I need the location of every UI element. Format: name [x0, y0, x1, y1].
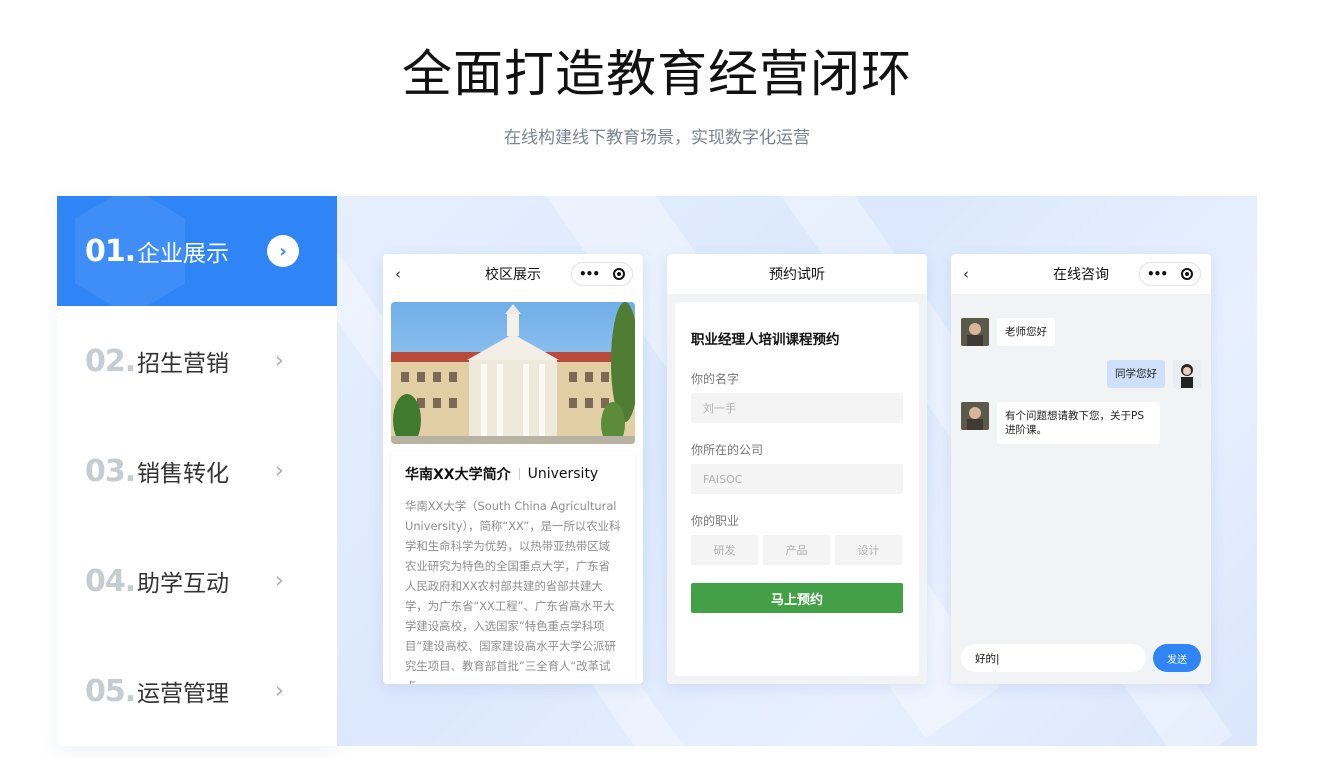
sidebar-item-label: 运营管理 — [137, 681, 229, 707]
sidebar-item-label: 助学互动 — [137, 571, 229, 597]
name-field[interactable]: 刘一手 — [691, 393, 903, 423]
more-icon[interactable]: ••• — [1147, 267, 1168, 281]
intro-title-row: 华南XX大学简介 University — [405, 464, 621, 484]
sidebar-item-number: 03. — [85, 453, 136, 489]
page-subtitle: 在线构建线下教育场景，实现数字化运营 — [504, 128, 810, 148]
chevron-right-icon: › — [275, 568, 284, 594]
preview-stage: 校区展示 ‹ ••• 华南XX大学简介 University 华南XX大学（So… — [337, 196, 1257, 746]
phone-title: 预约试听 — [769, 267, 825, 283]
intro-title: 华南XX大学简介 — [405, 467, 511, 483]
back-arrow-icon[interactable]: ‹ — [963, 265, 969, 283]
chat-bubble: 老师您好 — [997, 318, 1055, 346]
page-title: 全面打造教育经营闭环 — [402, 45, 912, 103]
feature-panel: 01. 企业展示 › 02. 招生营销 › 03. 销售转化 › 04. 助学互… — [57, 196, 1257, 746]
hexagon-decoration — [75, 196, 185, 306]
sidebar-item-number: 02. — [85, 343, 136, 379]
chat-message-outgoing: 同学您好 — [1107, 360, 1201, 388]
phone-online-consult: 在线咨询 ‹ ••• 老师您好 同学您好 有个问题想请教下您，关于PS进阶课。 … — [951, 254, 1211, 684]
chat-input[interactable]: 好的| — [961, 644, 1146, 672]
sidebar-item-enrollment[interactable]: 02. 招生营销 › — [57, 306, 337, 416]
send-button[interactable]: 发送 — [1153, 644, 1201, 672]
sidebar-item-sales[interactable]: 03. 销售转化 › — [57, 416, 337, 526]
intro-title-en: University — [527, 466, 599, 482]
feature-sidebar: 01. 企业展示 › 02. 招生营销 › 03. 销售转化 › 04. 助学互… — [57, 196, 337, 746]
job-option-design[interactable]: 设计 — [835, 535, 902, 565]
chat-message-incoming: 老师您好 — [961, 318, 1055, 346]
booking-form: 职业经理人培训课程预约 你的名字 刘一手 你所在的公司 FAISOC 你的职业 … — [675, 302, 919, 676]
teacher-avatar — [961, 402, 989, 430]
chevron-right-icon: › — [275, 458, 284, 484]
chat-bubble: 有个问题想请教下您，关于PS进阶课。 — [997, 402, 1160, 444]
back-arrow-icon[interactable]: ‹ — [395, 265, 401, 283]
chevron-right-icon: › — [275, 678, 284, 704]
teacher-avatar — [961, 318, 989, 346]
job-option-rd[interactable]: 研发 — [691, 535, 758, 565]
company-label: 你所在的公司 — [691, 443, 764, 457]
title-divider — [518, 468, 520, 480]
job-options: 研发 产品 设计 — [691, 535, 903, 565]
chat-bubble: 同学您好 — [1107, 360, 1165, 388]
sidebar-item-number: 05. — [85, 673, 136, 709]
miniprogram-capsule[interactable]: ••• — [571, 262, 633, 286]
close-target-icon[interactable] — [1180, 268, 1193, 280]
university-intro-card: 华南XX大学简介 University 华南XX大学（South China A… — [391, 452, 635, 684]
campus-photo — [391, 302, 635, 444]
phone-campus-showcase: 校区展示 ‹ ••• 华南XX大学简介 University 华南XX大学（So… — [383, 254, 643, 684]
chat-background — [951, 294, 1211, 684]
sidebar-item-number: 04. — [85, 563, 136, 599]
sidebar-item-operations[interactable]: 05. 运营管理 › — [57, 636, 337, 746]
intro-body-text: 华南XX大学（South China Agricultural Universi… — [405, 499, 621, 684]
company-field[interactable]: FAISOC — [691, 464, 903, 494]
more-icon[interactable]: ••• — [579, 267, 600, 281]
student-avatar — [1173, 360, 1201, 388]
chevron-right-circle-icon: › — [267, 235, 299, 267]
miniprogram-capsule[interactable]: ••• — [1139, 262, 1201, 286]
job-option-product[interactable]: 产品 — [763, 535, 830, 565]
phone-trial-booking: 预约试听 职业经理人培训课程预约 你的名字 刘一手 你所在的公司 FAISOC … — [667, 254, 927, 684]
job-label: 你的职业 — [691, 514, 740, 528]
chevron-right-icon: › — [275, 348, 284, 374]
chat-message-incoming: 有个问题想请教下您，关于PS进阶课。 — [961, 402, 1160, 444]
sidebar-item-label: 销售转化 — [137, 461, 229, 487]
close-target-icon[interactable] — [612, 268, 625, 280]
book-now-button[interactable]: 马上预约 — [691, 583, 903, 613]
sidebar-item-label: 招生营销 — [137, 351, 229, 377]
sidebar-item-showcase[interactable]: 01. 企业展示 › — [57, 196, 337, 306]
sidebar-item-learning[interactable]: 04. 助学互动 › — [57, 526, 337, 636]
name-label: 你的名字 — [691, 372, 740, 386]
form-title: 职业经理人培训课程预约 — [691, 332, 840, 348]
